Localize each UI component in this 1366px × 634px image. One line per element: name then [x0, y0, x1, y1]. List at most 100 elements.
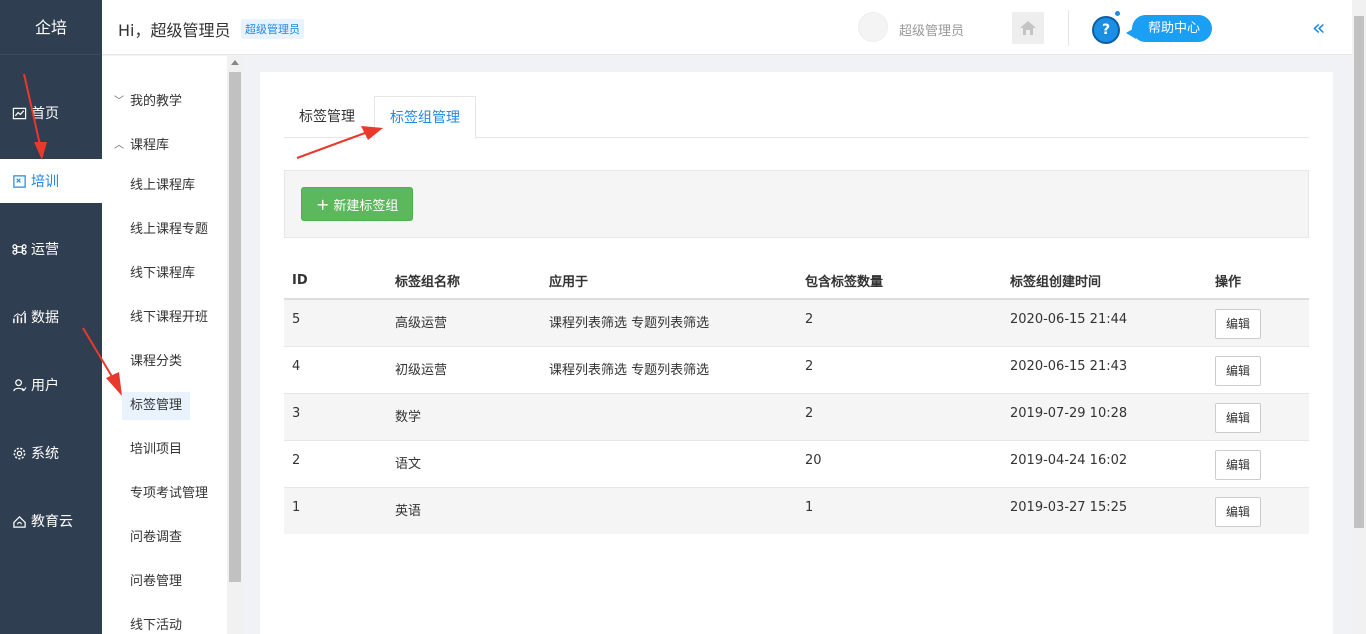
help-center-button[interactable]: 帮助中心 — [1125, 15, 1213, 42]
nav-item-training[interactable]: 培训 — [0, 159, 102, 203]
scroll-up-arrow-icon[interactable] — [231, 60, 239, 65]
submenu-item[interactable]: 线上课程专题 — [122, 216, 216, 244]
cell-count: 2 — [797, 392, 1002, 440]
nav-label: 系统 — [31, 446, 59, 462]
submenu-item[interactable]: 线下课程库 — [122, 260, 203, 288]
tag-group-table: ID 标签组名称 应用于 包含标签数量 标签组创建时间 操作 5 高级运营 课程… — [284, 262, 1309, 534]
nav-item-operations[interactable]: 运营 — [0, 227, 102, 271]
table-row: 1 英语 1 2019-03-27 15:25 编辑 — [284, 486, 1309, 534]
header-divider — [1068, 10, 1069, 46]
nav-label: 运营 — [31, 242, 59, 258]
new-tag-group-label: 新建标签组 — [333, 199, 399, 214]
cell-created: 2019-03-27 15:25 — [1002, 486, 1207, 534]
submenu-item[interactable]: 问卷管理 — [122, 568, 190, 596]
table-row: 4 初级运营 课程列表筛选 专题列表筛选 2 2020-06-15 21:43 … — [284, 345, 1309, 393]
avatar[interactable] — [858, 12, 888, 42]
column-header: 标签组创建时间 — [1002, 262, 1207, 300]
submenu-group-course-library[interactable]: ︿ 课程库 — [114, 134, 169, 153]
submenu-group-my-teaching[interactable]: ﹀ 我的教学 — [114, 90, 182, 109]
toolbar: + 新建标签组 — [284, 170, 1309, 238]
table-row: 5 高级运营 课程列表筛选 专题列表筛选 2 2020-06-15 21:44 … — [284, 298, 1309, 346]
chart-icon — [12, 107, 27, 119]
cell-count: 2 — [797, 345, 1002, 393]
cell-created: 2019-04-24 16:02 — [1002, 439, 1207, 487]
cell-action: 编辑 — [1207, 345, 1309, 393]
cell-action: 编辑 — [1207, 392, 1309, 440]
submenu-group-label: 课程库 — [130, 138, 170, 153]
cell-name: 数学 — [387, 392, 541, 440]
role-badge: 超级管理员 — [241, 19, 304, 39]
user-icon — [13, 378, 27, 391]
nav-item-system[interactable]: 系统 — [0, 431, 102, 475]
collapse-double-chevron-icon[interactable]: « — [1312, 16, 1325, 41]
submenu-item[interactable]: 培训项目 — [122, 436, 190, 464]
gear-icon — [13, 447, 26, 459]
plus-icon: + — [316, 195, 330, 214]
nav-label: 教育云 — [31, 514, 73, 530]
tab-tag-group-management[interactable]: 标签组管理 — [374, 96, 476, 139]
cell-applies: 课程列表筛选 专题列表筛选 — [541, 345, 797, 393]
new-tag-group-button[interactable]: + 新建标签组 — [301, 187, 414, 221]
cell-name: 语文 — [387, 439, 541, 487]
nav-label: 首页 — [31, 106, 59, 122]
nav-item-users[interactable]: 用户 — [0, 363, 102, 407]
submenu-item[interactable]: 课程分类 — [122, 348, 190, 376]
greeting-text: Hi，超级管理员 — [118, 21, 231, 40]
column-header: 标签组名称 — [387, 262, 541, 300]
table-header-row: ID 标签组名称 应用于 包含标签数量 标签组创建时间 操作 — [284, 262, 1309, 300]
cell-id: 5 — [284, 298, 387, 346]
cell-created: 2020-06-15 21:44 — [1002, 298, 1207, 346]
cell-name: 初级运营 — [387, 345, 541, 393]
training-icon — [13, 174, 26, 188]
help-dot — [1115, 11, 1120, 16]
submenu-scroll-thumb[interactable] — [229, 72, 241, 582]
cell-action: 编辑 — [1207, 298, 1309, 346]
cell-action: 编辑 — [1207, 486, 1309, 534]
nav-item-edu-cloud[interactable]: 教育云 — [0, 499, 102, 543]
command-icon — [12, 243, 27, 255]
submenu-item[interactable]: 线下课程开班 — [122, 304, 216, 332]
top-header: Hi，超级管理员 超级管理员 超级管理员 ? 帮助中心 « — [102, 0, 1352, 55]
edit-button[interactable]: 编辑 — [1215, 496, 1262, 527]
column-header: 操作 — [1207, 262, 1309, 300]
submenu-item[interactable]: 问卷调查 — [122, 524, 190, 552]
column-header: 包含标签数量 — [797, 262, 1002, 300]
submenu-item[interactable]: 线上课程库 — [122, 172, 203, 200]
user-name[interactable]: 超级管理员 — [899, 20, 964, 39]
column-header: 应用于 — [541, 262, 797, 300]
submenu-item[interactable]: 专项考试管理 — [122, 480, 216, 508]
bar-chart-icon — [13, 310, 26, 323]
cell-applies — [541, 392, 797, 440]
tab-bar: 标签管理 标签组管理 — [284, 96, 1309, 139]
nav-label: 数据 — [31, 310, 59, 326]
cell-created: 2019-07-29 10:28 — [1002, 392, 1207, 440]
cell-applies — [541, 439, 797, 487]
cell-id: 4 — [284, 345, 387, 393]
edit-button[interactable]: 编辑 — [1215, 309, 1262, 339]
cell-count: 20 — [797, 439, 1002, 487]
page-scroll-thumb[interactable] — [1354, 16, 1364, 528]
brand-logo: 企培 — [0, 0, 102, 55]
table-row: 3 数学 2 2019-07-29 10:28 编辑 — [284, 392, 1309, 440]
nav-item-home[interactable]: 首页 — [0, 91, 102, 135]
help-icon[interactable]: ? — [1092, 16, 1120, 44]
cell-applies — [541, 486, 797, 534]
edit-button[interactable]: 编辑 — [1215, 402, 1262, 433]
home-button[interactable] — [1012, 12, 1044, 44]
edit-button[interactable]: 编辑 — [1215, 449, 1262, 480]
cell-created: 2020-06-15 21:43 — [1002, 345, 1207, 393]
chevron-down-icon: ﹀ — [114, 96, 124, 107]
submenu-group-label: 我的教学 — [130, 94, 183, 109]
column-header: ID — [284, 262, 387, 300]
submenu-item-tag-management[interactable]: 标签管理 — [122, 392, 191, 420]
edit-button[interactable]: 编辑 — [1215, 355, 1262, 386]
cell-action: 编辑 — [1207, 439, 1309, 487]
cell-name: 英语 — [387, 486, 541, 534]
sub-menu: ﹀ 我的教学 ︿ 课程库 线上课程库 线上课程专题 线下课程库 线下课程开班 课… — [102, 56, 227, 634]
left-nav: 企培 首页 培训 运营 数据 用户 系统 教育云 — [0, 0, 102, 634]
cell-count: 1 — [797, 486, 1002, 534]
submenu-item[interactable]: 线下活动 — [122, 612, 190, 634]
nav-item-data[interactable]: 数据 — [0, 295, 102, 339]
tab-tag-management[interactable]: 标签管理 — [284, 96, 370, 138]
cell-id: 1 — [284, 486, 387, 534]
